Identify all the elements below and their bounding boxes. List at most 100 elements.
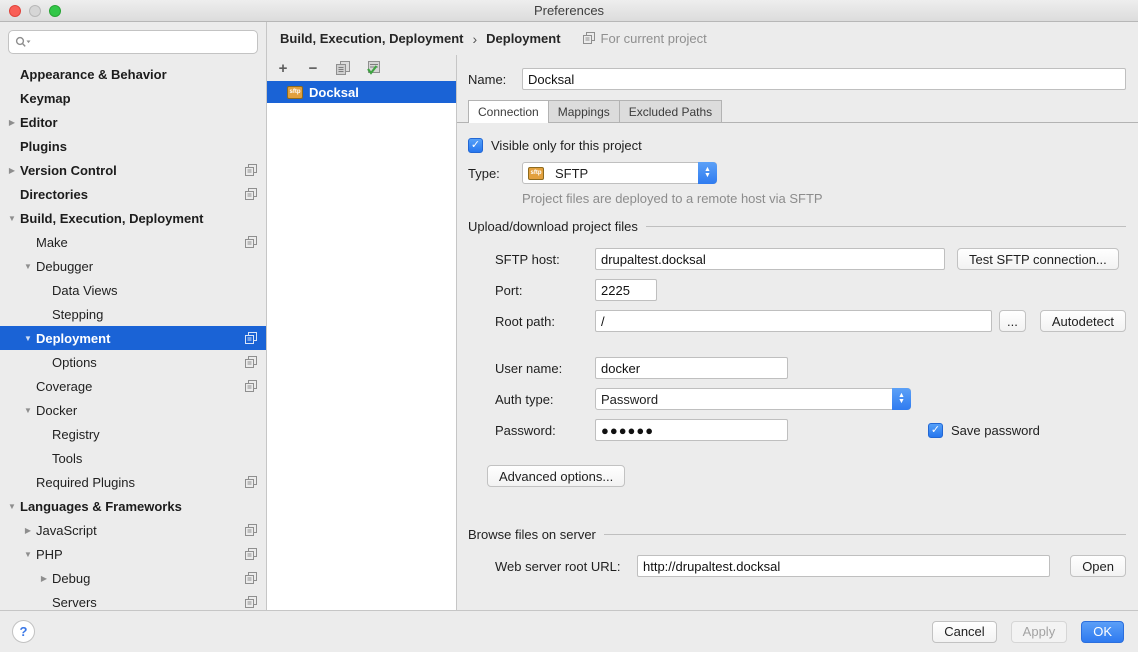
sidebar-item-label: Build, Execution, Deployment bbox=[20, 211, 258, 226]
expand-arrow-icon[interactable]: ▶ bbox=[36, 574, 52, 583]
test-sftp-connection-button[interactable]: Test SFTP connection... bbox=[957, 248, 1119, 270]
sidebar-item-label: Registry bbox=[52, 427, 258, 442]
sidebar-item-label: JavaScript bbox=[36, 523, 239, 538]
collapse-arrow-icon[interactable]: ▼ bbox=[20, 262, 36, 271]
collapse-arrow-icon[interactable]: ▼ bbox=[20, 334, 36, 343]
tab-excluded-paths[interactable]: Excluded Paths bbox=[619, 100, 722, 122]
dialog-footer: ? Cancel Apply OK bbox=[0, 610, 1138, 652]
tab-connection[interactable]: Connection bbox=[468, 100, 549, 123]
per-project-icon bbox=[245, 476, 258, 489]
web-url-label: Web server root URL: bbox=[495, 559, 637, 574]
check-server-icon bbox=[366, 61, 381, 76]
sidebar-item-javascript[interactable]: ▶JavaScript bbox=[0, 518, 266, 542]
sidebar-item-debugger[interactable]: ▼Debugger bbox=[0, 254, 266, 278]
sidebar-item-label: Data Views bbox=[52, 283, 258, 298]
expand-arrow-icon[interactable]: ▶ bbox=[4, 118, 20, 127]
sidebar-item-deployment[interactable]: ▼Deployment bbox=[0, 326, 266, 350]
sidebar-item-php[interactable]: ▼PHP bbox=[0, 542, 266, 566]
sidebar-item-label: Make bbox=[36, 235, 239, 250]
sidebar-item-debug[interactable]: ▶Debug bbox=[0, 566, 266, 590]
collapse-arrow-icon[interactable]: ▼ bbox=[4, 214, 20, 223]
sidebar-item-languages-frameworks[interactable]: ▼Languages & Frameworks bbox=[0, 494, 266, 518]
name-input[interactable] bbox=[522, 68, 1126, 90]
sidebar-item-build-execution-deployment[interactable]: ▼Build, Execution, Deployment bbox=[0, 206, 266, 230]
copy-server-button[interactable] bbox=[335, 60, 351, 76]
visible-only-label: Visible only for this project bbox=[491, 138, 642, 153]
server-item-label: Docksal bbox=[309, 85, 359, 100]
section-divider bbox=[604, 534, 1126, 535]
root-path-input[interactable] bbox=[595, 310, 992, 332]
username-input[interactable] bbox=[595, 357, 788, 379]
sidebar-item-make[interactable]: Make bbox=[0, 230, 266, 254]
close-window-button[interactable] bbox=[9, 5, 21, 17]
visible-only-checkbox[interactable]: ✓ bbox=[468, 138, 483, 153]
sidebar-item-label: PHP bbox=[36, 547, 239, 562]
breadcrumb-item-current[interactable]: Deployment bbox=[486, 31, 560, 46]
per-project-icon bbox=[245, 188, 258, 201]
per-project-icon bbox=[583, 32, 596, 45]
per-project-icon bbox=[245, 572, 258, 585]
advanced-options-button[interactable]: Advanced options... bbox=[487, 465, 625, 487]
sftp-icon: sftp bbox=[528, 167, 544, 180]
cancel-button[interactable]: Cancel bbox=[932, 621, 996, 643]
expand-arrow-icon[interactable]: ▶ bbox=[4, 166, 20, 175]
sftp-host-input[interactable] bbox=[595, 248, 945, 270]
type-select[interactable]: sftp SFTP ▲▼ bbox=[522, 162, 717, 184]
sidebar-item-label: Coverage bbox=[36, 379, 239, 394]
search-input[interactable] bbox=[35, 35, 251, 50]
ok-button[interactable]: OK bbox=[1081, 621, 1124, 643]
collapse-arrow-icon[interactable]: ▼ bbox=[4, 502, 20, 511]
sidebar-item-plugins[interactable]: Plugins bbox=[0, 134, 266, 158]
sidebar-item-options[interactable]: Options bbox=[0, 350, 266, 374]
sidebar-item-label: Stepping bbox=[52, 307, 258, 322]
sidebar-item-appearance-behavior[interactable]: Appearance & Behavior bbox=[0, 62, 266, 86]
server-item-docksal[interactable]: sftpDocksal bbox=[267, 81, 456, 103]
settings-search-box[interactable] bbox=[8, 30, 258, 54]
sidebar-item-version-control[interactable]: ▶Version Control bbox=[0, 158, 266, 182]
sidebar-item-coverage[interactable]: Coverage bbox=[0, 374, 266, 398]
apply-button[interactable]: Apply bbox=[1011, 621, 1068, 643]
server-list-panel: + − sftpDocksal bbox=[267, 55, 457, 610]
section-upload-label: Upload/download project files bbox=[468, 219, 638, 234]
remove-server-button[interactable]: − bbox=[305, 60, 321, 76]
sidebar-item-data-views[interactable]: Data Views bbox=[0, 278, 266, 302]
sidebar-item-servers[interactable]: Servers bbox=[0, 590, 266, 610]
collapse-arrow-icon[interactable]: ▼ bbox=[20, 406, 36, 415]
sidebar-item-keymap[interactable]: Keymap bbox=[0, 86, 266, 110]
auth-type-select[interactable]: Password ▲▼ bbox=[595, 388, 911, 410]
sidebar-item-editor[interactable]: ▶Editor bbox=[0, 110, 266, 134]
sidebar-item-docker[interactable]: ▼Docker bbox=[0, 398, 266, 422]
save-password-label: Save password bbox=[951, 423, 1040, 438]
breadcrumb-item-parent[interactable]: Build, Execution, Deployment bbox=[280, 31, 463, 46]
sidebar-item-label: Languages & Frameworks bbox=[20, 499, 258, 514]
per-project-icon bbox=[245, 524, 258, 537]
sidebar-item-registry[interactable]: Registry bbox=[0, 422, 266, 446]
tab-mappings[interactable]: Mappings bbox=[548, 100, 620, 122]
help-button[interactable]: ? bbox=[12, 620, 35, 643]
sidebar-item-directories[interactable]: Directories bbox=[0, 182, 266, 206]
sidebar-item-required-plugins[interactable]: Required Plugins bbox=[0, 470, 266, 494]
browse-root-path-button[interactable]: ... bbox=[999, 310, 1026, 332]
auth-type-label: Auth type: bbox=[495, 392, 595, 407]
sidebar-item-stepping[interactable]: Stepping bbox=[0, 302, 266, 326]
per-project-icon bbox=[245, 596, 258, 609]
collapse-arrow-icon[interactable]: ▼ bbox=[20, 550, 36, 559]
sidebar-item-label: Directories bbox=[20, 187, 239, 202]
password-input[interactable] bbox=[595, 419, 788, 441]
sidebar-item-label: Plugins bbox=[20, 139, 258, 154]
open-url-button[interactable]: Open bbox=[1070, 555, 1126, 577]
expand-arrow-icon[interactable]: ▶ bbox=[20, 526, 36, 535]
sidebar-item-tools[interactable]: Tools bbox=[0, 446, 266, 470]
save-password-checkbox[interactable]: ✓ bbox=[928, 423, 943, 438]
add-server-button[interactable]: + bbox=[275, 60, 291, 76]
minus-icon: − bbox=[309, 60, 318, 77]
server-list: sftpDocksal bbox=[267, 81, 456, 610]
port-input[interactable] bbox=[595, 279, 657, 301]
per-project-icon bbox=[245, 332, 258, 345]
web-root-url-input[interactable] bbox=[637, 555, 1050, 577]
search-filter-arrow-icon bbox=[27, 41, 31, 44]
use-as-default-button[interactable] bbox=[365, 60, 381, 76]
autodetect-button[interactable]: Autodetect bbox=[1040, 310, 1126, 332]
settings-tree: Appearance & BehaviorKeymap▶Editor Plugin… bbox=[0, 58, 266, 610]
zoom-window-button[interactable] bbox=[49, 5, 61, 17]
